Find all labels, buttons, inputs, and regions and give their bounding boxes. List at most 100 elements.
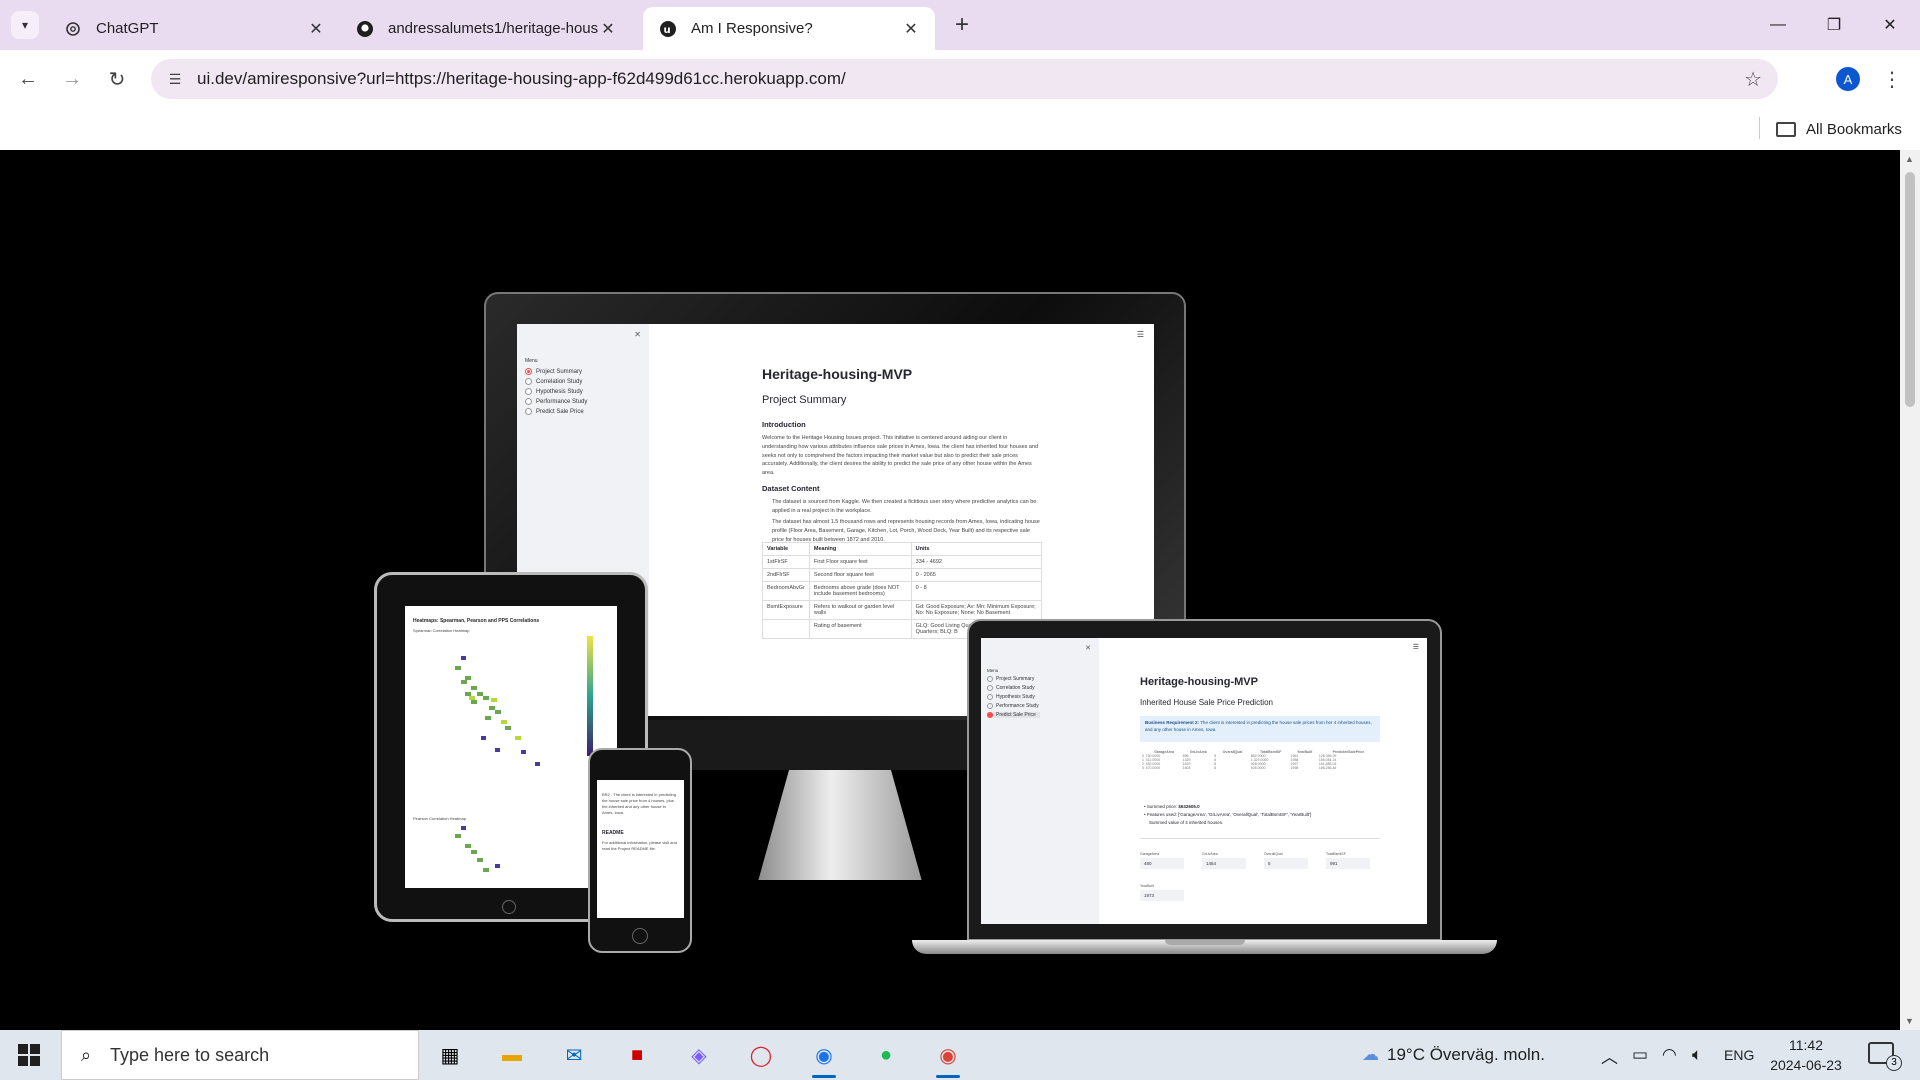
arrow-left-icon: ←	[18, 67, 38, 90]
menu-item-performance-study[interactable]: Performance Study	[525, 398, 587, 405]
table-cell: Gd: Good Exposure; Av: Mn: Minimum Expos…	[910, 600, 1043, 620]
folder-icon	[1776, 121, 1796, 137]
menu-item-label: Predict Sale Price	[996, 712, 1036, 718]
tab-amiresponsive[interactable]: u Am I Responsive? ✕	[643, 7, 935, 50]
tablet-preview-screen[interactable]: Heatmaps: Spearman, Pearson and PPS Corr…	[405, 606, 617, 888]
scroll-down-icon[interactable]: ▼	[1905, 1016, 1914, 1026]
reload-button[interactable]: ↻	[103, 65, 131, 93]
file-explorer-icon[interactable]: ▬	[494, 1037, 530, 1073]
hamburger-menu-icon[interactable]: ☰	[1413, 643, 1419, 651]
table-cell: 1stFlrSF	[762, 555, 810, 569]
chrome-profile-icon[interactable]: ◉	[930, 1037, 966, 1078]
scrollbar-thumb[interactable]	[1905, 172, 1915, 407]
summed-price: • Summed price: $632605.0	[1144, 804, 1200, 809]
url-text[interactable]: ui.dev/amiresponsive?url=https://heritag…	[197, 69, 846, 89]
radio-selected-icon	[525, 368, 532, 375]
arrow-right-icon: →	[62, 67, 82, 90]
menu-item-performance-study[interactable]: Performance Study	[987, 703, 1039, 709]
yearbuilt-stepper[interactable]: 1973	[1140, 890, 1184, 901]
menu-item-label: Hypothesis Study	[536, 388, 583, 395]
menu-item-hypothesis-study[interactable]: Hypothesis Study	[525, 388, 583, 395]
menu-item-predict-sale-price[interactable]: Predict Sale Price	[987, 712, 1040, 718]
task-view-icon[interactable]: ▦	[432, 1037, 468, 1073]
close-icon[interactable]: ✕	[634, 330, 641, 339]
close-icon[interactable]: ✕	[306, 19, 326, 39]
table-cell: Bedrooms above grade (does NOT include b…	[808, 581, 912, 601]
summed-note: Summed value of 4 inherited houses.	[1149, 820, 1224, 825]
red-app-icon[interactable]: ■	[619, 1037, 655, 1073]
totalbsmtsf-stepper[interactable]: 991	[1326, 858, 1370, 869]
battery-icon[interactable]: ▭	[1632, 1030, 1648, 1080]
weather-widget[interactable]: ☁ 19°C Överväg. moln.	[1362, 1030, 1545, 1080]
restore-button[interactable]: ❐	[1806, 0, 1862, 50]
radio-icon	[525, 388, 532, 395]
mail-icon[interactable]: ✉	[556, 1037, 592, 1073]
table-cell: 334 - 4692	[910, 555, 1043, 569]
grlivarea-stepper[interactable]: 1464	[1202, 858, 1246, 869]
notifications-icon[interactable]: 3	[1868, 1042, 1902, 1071]
address-bar[interactable]: ☰ ui.dev/amiresponsive?url=https://herit…	[151, 59, 1778, 99]
table-row: 3 470.0000 1604 6 926.0000 1998 186,256.46	[1142, 766, 1378, 770]
laptop-preview-screen[interactable]: ✕ Menu Project Summary Correlation Study…	[981, 638, 1427, 924]
business-requirement-box: Business Requirement 2: The client is in…	[1140, 716, 1380, 742]
garagearea-stepper[interactable]: 480	[1140, 858, 1184, 869]
new-tab-button[interactable]: +	[947, 10, 977, 40]
tab-github[interactable]: andressalumets1/heritage-hous ✕	[340, 7, 632, 50]
opera-icon[interactable]: ◯	[743, 1037, 779, 1073]
phone-home-button	[632, 928, 648, 944]
scroll-up-icon[interactable]: ▲	[1905, 154, 1914, 164]
close-icon[interactable]: ✕	[1085, 644, 1091, 652]
input-label: TotalBsmtSF	[1326, 852, 1346, 856]
summed-value: $632605.0	[1178, 804, 1200, 809]
menu-item-correlation-study[interactable]: Correlation Study	[987, 685, 1035, 691]
page-subtitle: Project Summary	[762, 394, 847, 406]
profile-avatar[interactable]: A	[1836, 67, 1860, 91]
menu-item-predict-sale-price[interactable]: Predict Sale Price	[525, 408, 584, 415]
windows-taskbar: ⌕ Type here to search ▦ ▬ ✉ ■ ◈ ◯ ◉ ● ◉ …	[0, 1030, 1920, 1080]
close-window-button[interactable]: ✕	[1862, 0, 1918, 50]
reload-icon: ↻	[108, 68, 126, 91]
dataset-bullet: The dataset has almost 1.5 thousand rows…	[772, 519, 1040, 543]
bookmark-star-icon[interactable]: ☆	[1744, 67, 1762, 92]
minimize-button[interactable]: —	[1750, 0, 1806, 50]
menu-item-hypothesis-study[interactable]: Hypothesis Study	[987, 694, 1035, 700]
taskbar-search-box[interactable]: ⌕ Type here to search	[61, 1030, 419, 1080]
forward-button[interactable]: →	[58, 65, 86, 93]
language-indicator[interactable]: ENG	[1724, 1030, 1754, 1080]
menu-item-project-summary[interactable]: Project Summary	[987, 676, 1034, 682]
tray-chevron-icon[interactable]: ︿	[1601, 1030, 1618, 1080]
table-cell	[762, 619, 810, 639]
site-info-icon[interactable]: ☰	[155, 59, 195, 99]
back-button[interactable]: ←	[14, 65, 42, 93]
close-icon[interactable]: ✕	[901, 19, 921, 39]
menu-item-project-summary[interactable]: Project Summary	[525, 368, 582, 375]
heatmap-subtitle: Pearson Correlation Heatmap	[413, 816, 466, 821]
chrome-icon[interactable]: ◉	[806, 1037, 842, 1078]
all-bookmarks-button[interactable]: All Bookmarks	[1776, 116, 1902, 142]
windows-start-icon[interactable]	[18, 1044, 40, 1066]
overallqual-stepper[interactable]: 5	[1264, 858, 1308, 869]
more-menu-icon[interactable]: ⋮	[1882, 64, 1902, 94]
menu-item-label: Correlation Study	[996, 685, 1035, 691]
spotify-icon[interactable]: ●	[868, 1037, 904, 1073]
close-icon[interactable]: ✕	[598, 19, 618, 39]
svg-text:u: u	[664, 25, 671, 36]
menu-item-label: Hypothesis Study	[996, 694, 1035, 700]
wifi-icon[interactable]: ◠	[1662, 1030, 1677, 1080]
radio-icon	[525, 378, 532, 385]
tab-chatgpt[interactable]: ChatGPT ✕	[48, 7, 340, 50]
page-scrollbar[interactable]: ▲ ▼	[1900, 150, 1920, 1030]
plus-icon: +	[954, 11, 969, 38]
heatmap-subtitle: Spearman Correlation Heatmap	[413, 628, 470, 633]
hamburger-menu-icon[interactable]: ☰	[1137, 330, 1144, 339]
input-label: GarageArea	[1140, 852, 1160, 856]
tab-search-button[interactable]: ▾	[11, 11, 39, 39]
clock[interactable]: 11:42 2024-06-23	[1758, 1035, 1854, 1075]
phone-preview-screen[interactable]: BR2 - The client is interested in predic…	[597, 780, 684, 918]
volume-icon[interactable]: 🔈︎	[1692, 1030, 1702, 1080]
table-cell: BedroomAbvGr	[762, 581, 810, 601]
page-title: Heritage-housing-MVP	[1140, 676, 1258, 688]
radio-icon	[525, 408, 532, 415]
menu-item-correlation-study[interactable]: Correlation Study	[525, 378, 582, 385]
copilot-icon[interactable]: ◈	[681, 1037, 717, 1073]
